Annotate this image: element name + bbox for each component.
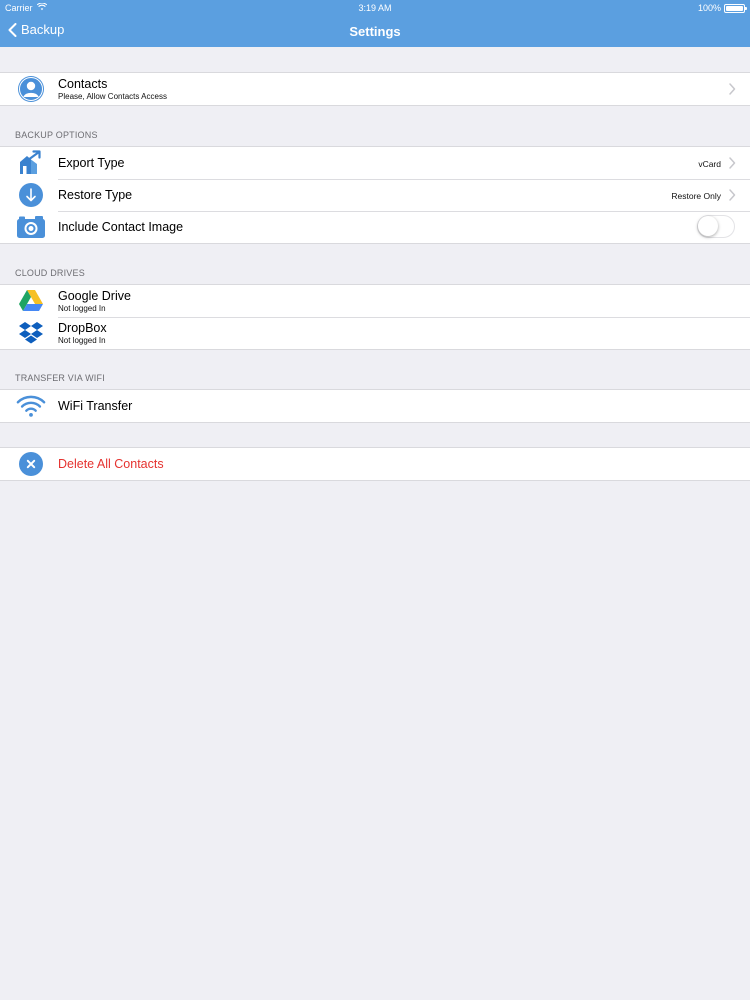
chevron-right-icon (729, 83, 736, 95)
chevron-right-icon (729, 189, 736, 201)
delete-group: Delete All Contacts (0, 447, 750, 481)
status-time: 3:19 AM (358, 3, 392, 13)
google-drive-title: Google Drive (58, 289, 131, 303)
contacts-subtitle: Please, Allow Contacts Access (58, 92, 167, 101)
contacts-row[interactable]: Contacts Please, Allow Contacts Access (0, 73, 750, 105)
google-drive-subtitle: Not logged In (58, 304, 106, 313)
status-right: 100% (697, 3, 747, 13)
contacts-title: Contacts (58, 77, 108, 91)
include-contact-image-row: Include Contact Image (0, 211, 750, 243)
download-arrow-icon (16, 182, 46, 208)
export-icon (16, 150, 46, 176)
export-type-row[interactable]: Export Type vCard (0, 147, 750, 179)
restore-type-row[interactable]: Restore Type Restore Only (0, 179, 750, 211)
close-circle-icon (16, 451, 46, 477)
restore-type-value: Restore Only (671, 191, 721, 201)
camera-icon (16, 214, 46, 240)
contacts-group: Contacts Please, Allow Contacts Access (0, 72, 750, 106)
person-icon (16, 76, 46, 102)
export-type-title: Export Type (58, 156, 125, 170)
transfer-group: WiFi Transfer (0, 389, 750, 423)
status-bar: Carrier 3:19 AM 100% (0, 0, 750, 16)
wifi-transfer-title: WiFi Transfer (58, 399, 133, 413)
include-contact-image-toggle[interactable] (697, 215, 735, 238)
backup-options-group: Export Type vCard Restore Type Restore O… (0, 146, 750, 244)
include-contact-image-title: Include Contact Image (58, 220, 184, 234)
cloud-drives-group: Google Drive Not logged In DropBox Not l… (0, 284, 750, 350)
delete-all-contacts-row[interactable]: Delete All Contacts (0, 448, 750, 480)
toggle-knob (698, 216, 718, 236)
battery-icon (724, 3, 747, 13)
chevron-right-icon (729, 157, 736, 169)
google-drive-icon (16, 288, 46, 314)
page-title: Settings (349, 24, 401, 39)
export-type-value: vCard (698, 159, 721, 169)
navigation-bar: Backup Settings (0, 16, 750, 47)
cloud-drives-header: CLOUD DRIVES (15, 268, 85, 278)
restore-type-title: Restore Type (58, 188, 133, 202)
backup-options-header: BACKUP OPTIONS (15, 130, 98, 140)
wifi-icon (16, 393, 46, 419)
transfer-header: TRANSFER VIA WIFI (15, 373, 105, 383)
dropbox-icon (16, 320, 46, 346)
dropbox-title: DropBox (58, 321, 107, 335)
top-bar: Carrier 3:19 AM 100% Backup Settings (0, 0, 750, 47)
battery-percent: 100% (697, 3, 721, 13)
dropbox-row[interactable]: DropBox Not logged In (0, 317, 750, 349)
wifi-transfer-row[interactable]: WiFi Transfer (0, 390, 750, 422)
dropbox-subtitle: Not logged In (58, 336, 106, 345)
google-drive-row[interactable]: Google Drive Not logged In (0, 285, 750, 317)
delete-all-contacts-title: Delete All Contacts (58, 457, 164, 471)
